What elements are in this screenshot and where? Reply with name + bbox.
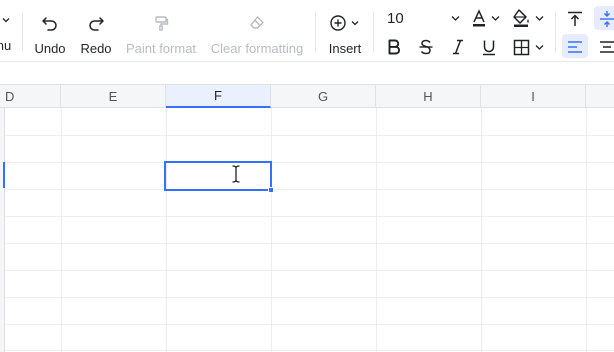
menu-button-label: nu [0,38,12,53]
redo-icon [87,11,105,35]
column-header-h[interactable]: H [376,84,481,108]
chevron-down-icon[interactable] [535,14,544,22]
grid-line [5,297,614,298]
text-cursor-icon [232,165,240,183]
grid-line [5,243,614,244]
clear-formatting-label: Clear formatting [210,41,304,56]
column-header-e[interactable]: E [61,84,166,108]
font-color-icon[interactable] [469,8,489,28]
chevron-down-icon[interactable] [535,43,544,51]
toolbar-divider [555,12,556,52]
grid-line [5,350,614,351]
paint-format-label: Paint format [125,41,197,56]
insert-plus-icon [329,11,361,35]
column-header-f[interactable]: F [166,84,271,108]
grid-line [481,108,482,352]
font-size-select[interactable]: 10 [387,10,404,27]
redo-button[interactable]: Redo [80,11,112,57]
column-header-partial[interactable] [586,84,614,108]
grid-line [5,189,614,190]
grid-line [61,108,62,352]
column-header-g[interactable]: G [271,84,376,108]
grid-line [5,270,614,271]
undo-label: Undo [34,41,66,56]
toolbar-divider [22,12,23,52]
grid-line [376,108,377,352]
grid-line [166,108,167,352]
selected-cell[interactable] [164,161,272,191]
row-header-strip[interactable] [0,108,5,352]
clear-formatting-button[interactable]: Clear formatting [210,11,304,57]
grid-line [5,162,614,163]
bold-icon[interactable] [384,37,404,57]
chevron-down-icon[interactable] [491,14,500,22]
formula-bar-area [0,62,614,84]
active-row-marker [3,162,5,188]
undo-icon [41,11,59,35]
strikethrough-icon[interactable] [416,37,436,57]
column-header-i[interactable]: I [481,84,586,108]
align-left-icon[interactable] [565,37,585,57]
grid-line [5,135,614,136]
insert-button[interactable]: Insert [326,11,364,57]
toolbar-divider [315,12,316,52]
spreadsheet-grid[interactable]: D E F G H I [0,62,614,352]
align-top-icon[interactable] [565,9,585,29]
borders-icon[interactable] [511,37,531,57]
align-center-icon[interactable] [597,37,614,57]
chevron-down-icon[interactable] [451,14,460,22]
grid-line [271,108,272,352]
redo-label: Redo [80,41,112,56]
paint-format-icon [152,11,170,35]
paint-format-button[interactable]: Paint format [125,11,197,57]
toolbar: nu Undo Redo Paint format Clear formatti… [0,0,614,62]
toolbar-divider [373,12,374,52]
align-middle-icon[interactable] [597,9,614,29]
underline-icon[interactable] [479,37,499,57]
grid-line [586,108,587,352]
grid-line [5,324,614,325]
italic-icon[interactable] [448,37,468,57]
fill-handle[interactable] [268,187,274,193]
insert-label: Insert [328,41,362,56]
clear-formatting-icon [248,11,266,35]
grid-line [5,216,614,217]
fill-color-icon[interactable] [511,8,531,28]
menu-button[interactable]: nu [0,8,14,54]
column-header-d[interactable]: D [0,84,61,108]
undo-button[interactable]: Undo [33,11,67,57]
